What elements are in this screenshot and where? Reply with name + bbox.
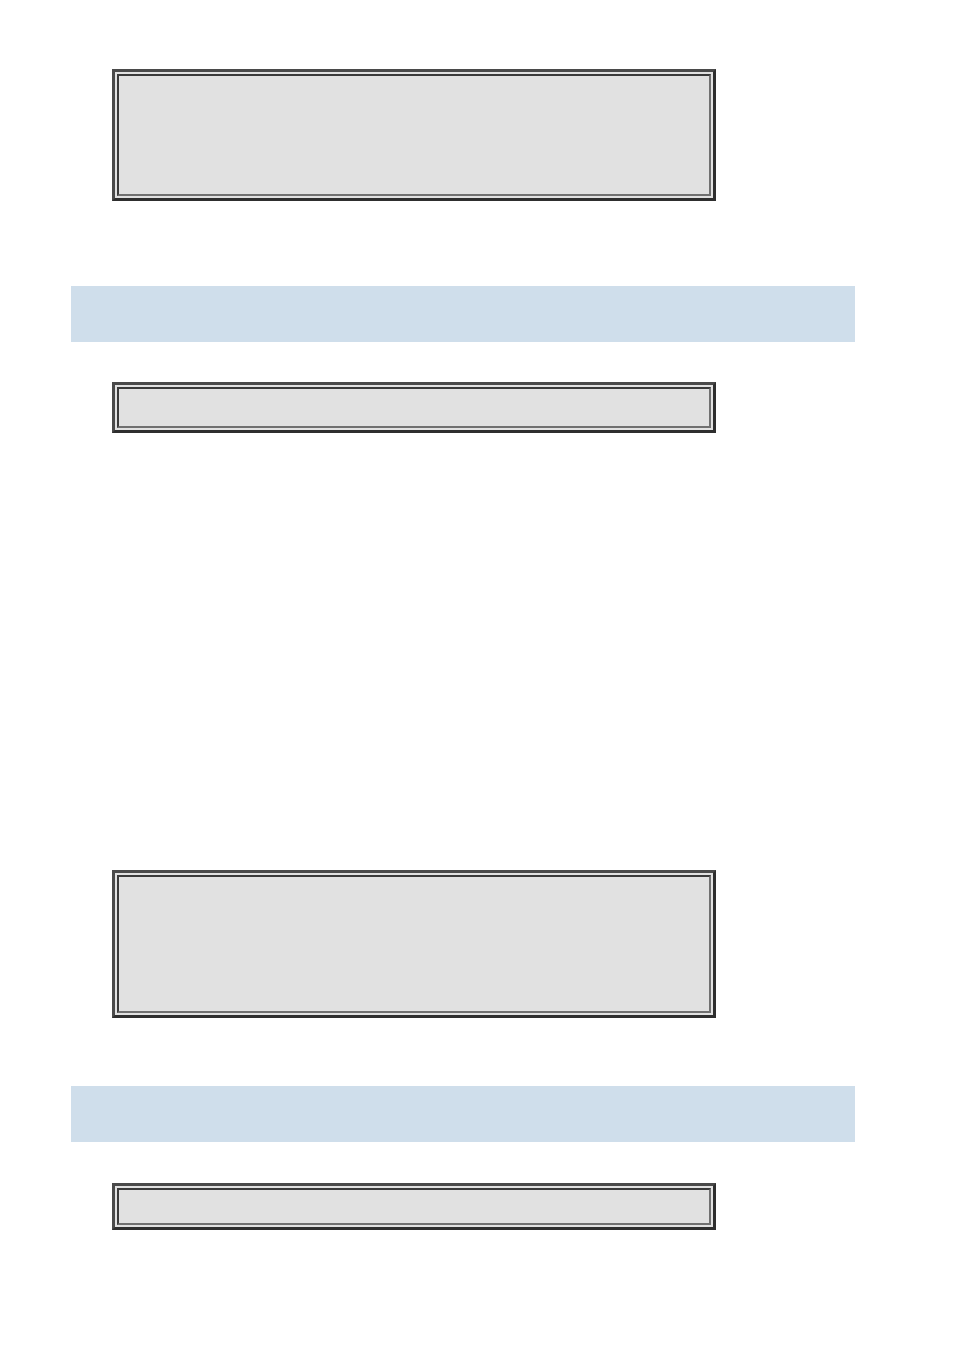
section-bar-2 <box>71 1086 855 1142</box>
page <box>0 0 954 1350</box>
section-bar-1 <box>71 286 855 342</box>
input-box-1[interactable] <box>112 69 716 201</box>
input-box-4[interactable] <box>112 1183 716 1230</box>
input-box-2[interactable] <box>112 382 716 433</box>
input-box-3[interactable] <box>112 870 716 1018</box>
